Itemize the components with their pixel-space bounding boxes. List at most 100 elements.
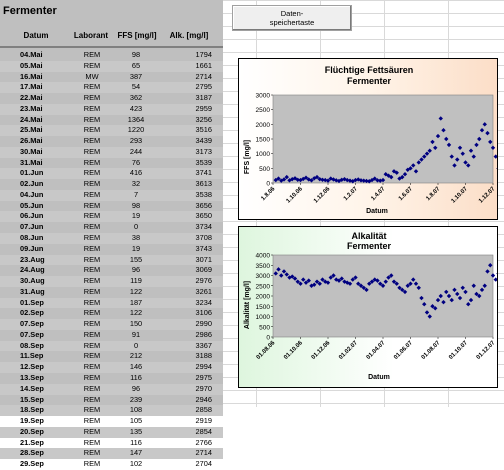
cell-alk: 3261: [195, 286, 212, 296]
col-header-ffs[interactable]: FFS [mg/l]: [116, 22, 158, 48]
table-row[interactable]: 25.Mai REM 1220 3516: [0, 125, 223, 137]
cell-laborant: REM: [83, 243, 101, 253]
table-row[interactable]: 24.Mai REM 1364 3256: [0, 115, 223, 126]
col-header-laborant[interactable]: Laborant: [68, 22, 114, 48]
y-tick-label: 1500: [256, 304, 271, 311]
cell-laborant: REM: [83, 459, 101, 469]
cell-ffs: 122: [129, 308, 143, 318]
table-row[interactable]: 20.Sep REM 135 2854: [0, 426, 223, 438]
cell-laborant: REM: [83, 426, 101, 436]
cell-datum: 21.Sep: [20, 437, 44, 447]
cell-alk: 3106: [195, 308, 212, 318]
cell-datum: 20.Sep: [20, 426, 44, 436]
table-row[interactable]: 07.Jun REM 0 3734: [0, 222, 223, 233]
cell-laborant: REM: [83, 136, 101, 146]
cell-ffs: 362: [129, 93, 143, 103]
cell-ffs: 96: [131, 383, 141, 393]
cell-laborant: MW: [85, 71, 99, 81]
cell-alk: 3516: [195, 125, 212, 135]
table-row[interactable]: 17.Mai REM 54 2795: [0, 82, 223, 94]
ffs-chart[interactable]: Flüchtige Fettsäuren Fermenter FFS [mg/l…: [238, 58, 504, 220]
cell-datum: 23.Mai: [20, 103, 43, 113]
col-header-alk[interactable]: Alk. [mg/l]: [164, 22, 214, 48]
table-row[interactable]: 26.Mai REM 293 3439: [0, 136, 223, 147]
table-row[interactable]: 02.Jun REM 32 3613: [0, 179, 223, 190]
table-row[interactable]: 28.Sep REM 147 2714: [0, 448, 223, 460]
table-row[interactable]: 07.Sep REM 91 2986: [0, 330, 223, 341]
cell-datum: 25.Mai: [20, 125, 43, 135]
sheet-title: Fermenter: [3, 5, 57, 17]
table-row[interactable]: 22.Mai REM 362 3187: [0, 93, 223, 104]
y-tick-label: 4000: [256, 253, 271, 260]
cell-datum: 05.Jun: [20, 200, 44, 210]
cell-laborant: REM: [83, 351, 101, 361]
table-row[interactable]: 11.Sep REM 212 3188: [0, 351, 223, 362]
table-row[interactable]: 04.Jun REM 7 3538: [0, 189, 223, 201]
cell-laborant: REM: [83, 211, 101, 221]
cell-ffs: 116: [130, 437, 142, 447]
table-row[interactable]: 24.Aug REM 96 3069: [0, 265, 223, 276]
table-row[interactable]: 30.Aug REM 119 2976: [0, 276, 223, 287]
cell-ffs: 19: [131, 243, 141, 253]
y-tick-label: 0: [266, 181, 270, 188]
table-row[interactable]: 09.Jun REM 19 3743: [0, 244, 223, 255]
col-header-datum[interactable]: Datum: [14, 22, 58, 48]
cell-datum: 26.Mai: [20, 136, 43, 146]
cell-laborant: REM: [83, 114, 101, 124]
cell-ffs: 0: [133, 222, 139, 232]
cell-alk: 3539: [195, 157, 212, 167]
cell-alk: 3743: [195, 243, 212, 253]
cell-alk: 3187: [195, 93, 212, 103]
alk-chart[interactable]: Alkalität Fermenter Alkalität [mg/l] Dat…: [238, 226, 504, 388]
cell-ffs: 135: [129, 426, 143, 436]
cell-alk: 3234: [195, 297, 212, 307]
table-row[interactable]: 21.Sep REM 116 2766: [0, 438, 223, 449]
y-tick-label: 2500: [256, 107, 271, 114]
table-row[interactable]: 15.Sep REM 239 2946: [0, 395, 223, 406]
cell-ffs: 65: [131, 60, 141, 70]
table-row[interactable]: 05.Jun REM 98 3656: [0, 201, 223, 212]
table-row[interactable]: 04.Mai REM 98 1794: [0, 50, 223, 61]
cell-laborant: REM: [83, 416, 101, 426]
cell-ffs: 146: [129, 362, 143, 372]
table-row[interactable]: 01.Jun REM 416 3741: [0, 168, 223, 180]
table-row[interactable]: 01.Sep REM 187 3234: [0, 297, 223, 309]
table-row[interactable]: 14.Sep REM 96 2970: [0, 383, 223, 395]
data-table-panel: Fermenter Datum Laborant FFS [mg/l] Alk.…: [0, 0, 223, 468]
cell-datum: 06.Jun: [20, 211, 44, 221]
cell-alk: 3613: [195, 179, 212, 189]
cell-laborant: REM: [83, 168, 101, 178]
table-row[interactable]: 31.Aug REM 122 3261: [0, 287, 223, 298]
cell-datum: 19.Sep: [20, 416, 44, 426]
cell-ffs: 239: [129, 394, 143, 404]
table-row[interactable]: 08.Jun REM 38 3708: [0, 233, 223, 244]
table-row[interactable]: 23.Mai REM 423 2959: [0, 103, 223, 115]
cell-alk: 2946: [195, 394, 212, 404]
table-row[interactable]: 02.Sep REM 122 3106: [0, 308, 223, 319]
table-row[interactable]: 05.Mai REM 65 1661: [0, 60, 223, 72]
chart-subtitle: Fermenter: [347, 76, 392, 86]
table-row[interactable]: 31.Mai REM 76 3539: [0, 158, 223, 169]
daten-speicher-button[interactable]: Daten- speichertaste: [232, 5, 352, 31]
cell-alk: 3071: [195, 254, 212, 264]
table-row[interactable]: 12.Sep REM 146 2994: [0, 362, 223, 373]
table-row[interactable]: 23.Aug REM 155 3071: [0, 254, 223, 266]
table-row[interactable]: 13.Sep REM 116 2975: [0, 373, 223, 384]
table-row[interactable]: 16.Mai MW 387 2714: [0, 72, 223, 83]
table-row[interactable]: 06.Jun REM 19 3650: [0, 211, 223, 223]
table-row[interactable]: 19.Sep REM 105 2919: [0, 416, 223, 427]
cell-datum: 22.Mai: [20, 93, 43, 103]
table-row[interactable]: 07.Sep REM 150 2990: [0, 319, 223, 330]
cell-ffs: 244: [129, 146, 143, 156]
table-row[interactable]: 29.Sep REM 102 2704: [0, 459, 223, 470]
y-tick-label: 3000: [256, 273, 271, 280]
cell-alk: 2854: [195, 426, 212, 436]
cell-ffs: 98: [131, 50, 141, 59]
table-row[interactable]: 08.Sep REM 0 3367: [0, 340, 223, 352]
cell-laborant: REM: [83, 146, 101, 156]
cell-ffs: 38: [131, 233, 141, 243]
cell-datum: 04.Jun: [20, 189, 44, 199]
cell-laborant: REM: [83, 50, 101, 59]
cell-datum: 04.Mai: [20, 50, 43, 59]
table-row[interactable]: 30.Mai REM 244 3173: [0, 146, 223, 158]
